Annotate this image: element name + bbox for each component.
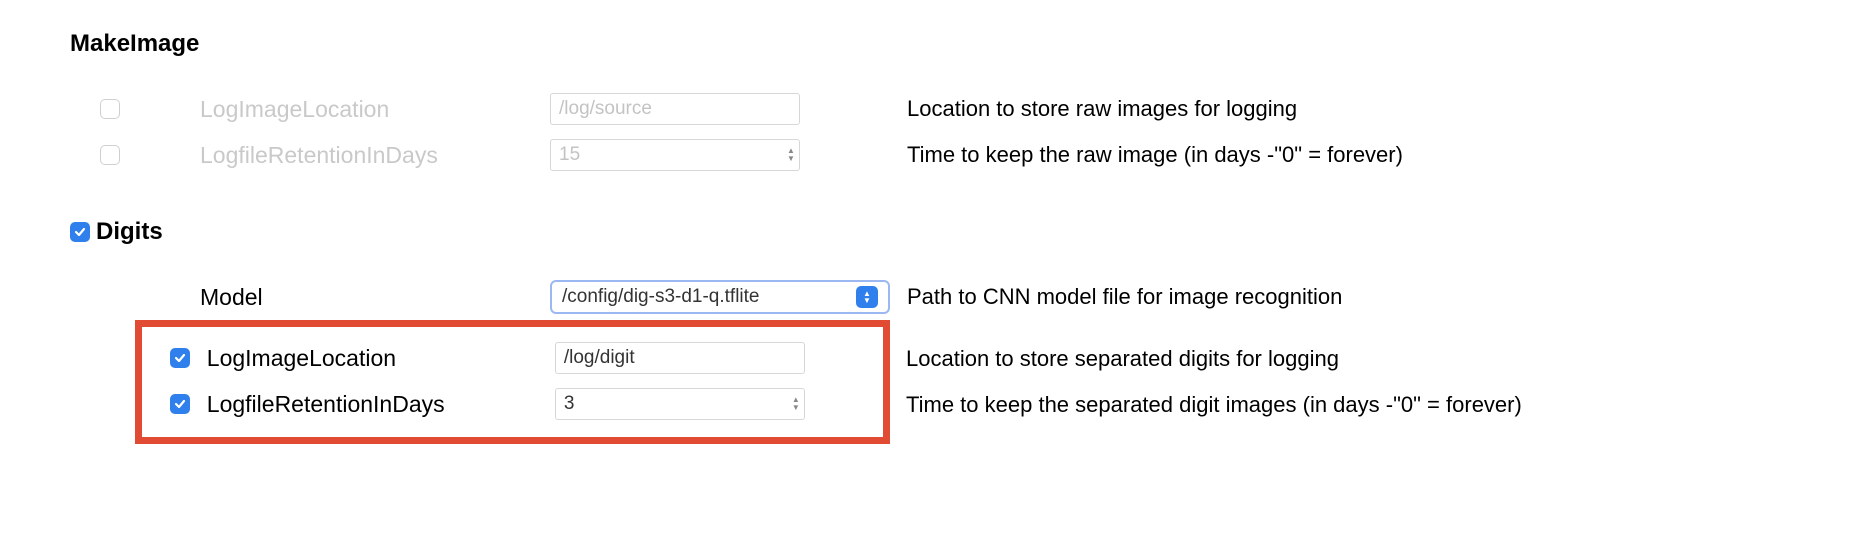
desc-log-image-location: Location to store raw images for logging <box>905 96 1297 122</box>
desc-digits-log-image-location: Location to store separated digits for l… <box>890 346 1339 372</box>
highlight-box: LogImageLocation LogfileRetentionInDays … <box>135 320 890 444</box>
input-logfile-retention[interactable] <box>550 139 800 171</box>
section-digits-title: Digits <box>96 218 163 246</box>
label-digits-log-image-location: LogImageLocation <box>207 345 555 372</box>
section-digits-header: Digits <box>70 218 1800 246</box>
desc-model: Path to CNN model file for image recogni… <box>905 284 1342 310</box>
makeimage-row-log-image-location: LogImageLocation Location to store raw i… <box>70 86 1800 132</box>
digits-row-log-image-location: LogImageLocation <box>142 335 883 381</box>
desc-digits-logfile-retention: Time to keep the separated digit images … <box>890 392 1522 418</box>
makeimage-row-logfile-retention: LogfileRetentionInDays ▲▼ Time to keep t… <box>70 132 1800 178</box>
checkbox-digits-log-image-location[interactable] <box>170 348 190 368</box>
select-model[interactable]: /config/dig-s3-d1-q.tflite ▲▼ <box>550 280 890 314</box>
input-digits-logfile-retention[interactable] <box>555 388 805 420</box>
input-digits-log-image-location[interactable] <box>555 342 805 374</box>
chevron-updown-icon: ▲▼ <box>856 286 878 308</box>
label-model: Model <box>200 284 550 311</box>
digits-row-logfile-retention: LogfileRetentionInDays ▲▼ <box>142 381 883 427</box>
checkbox-log-image-location[interactable] <box>100 99 120 119</box>
desc-logfile-retention: Time to keep the raw image (in days -"0"… <box>905 142 1403 168</box>
label-log-image-location: LogImageLocation <box>200 96 550 123</box>
label-logfile-retention: LogfileRetentionInDays <box>200 142 550 169</box>
label-digits-logfile-retention: LogfileRetentionInDays <box>207 391 555 418</box>
select-model-value: /config/dig-s3-d1-q.tflite <box>562 286 760 308</box>
stepper-icon[interactable]: ▲▼ <box>791 396 801 412</box>
checkbox-digits-logfile-retention[interactable] <box>170 394 190 414</box>
input-log-image-location[interactable] <box>550 93 800 125</box>
checkbox-logfile-retention[interactable] <box>100 145 120 165</box>
digits-row-model: Model /config/dig-s3-d1-q.tflite ▲▼ Path… <box>70 274 1800 320</box>
stepper-icon[interactable]: ▲▼ <box>786 147 796 163</box>
checkbox-section-digits[interactable] <box>70 222 90 242</box>
section-makeimage-title: MakeImage <box>70 30 1800 58</box>
